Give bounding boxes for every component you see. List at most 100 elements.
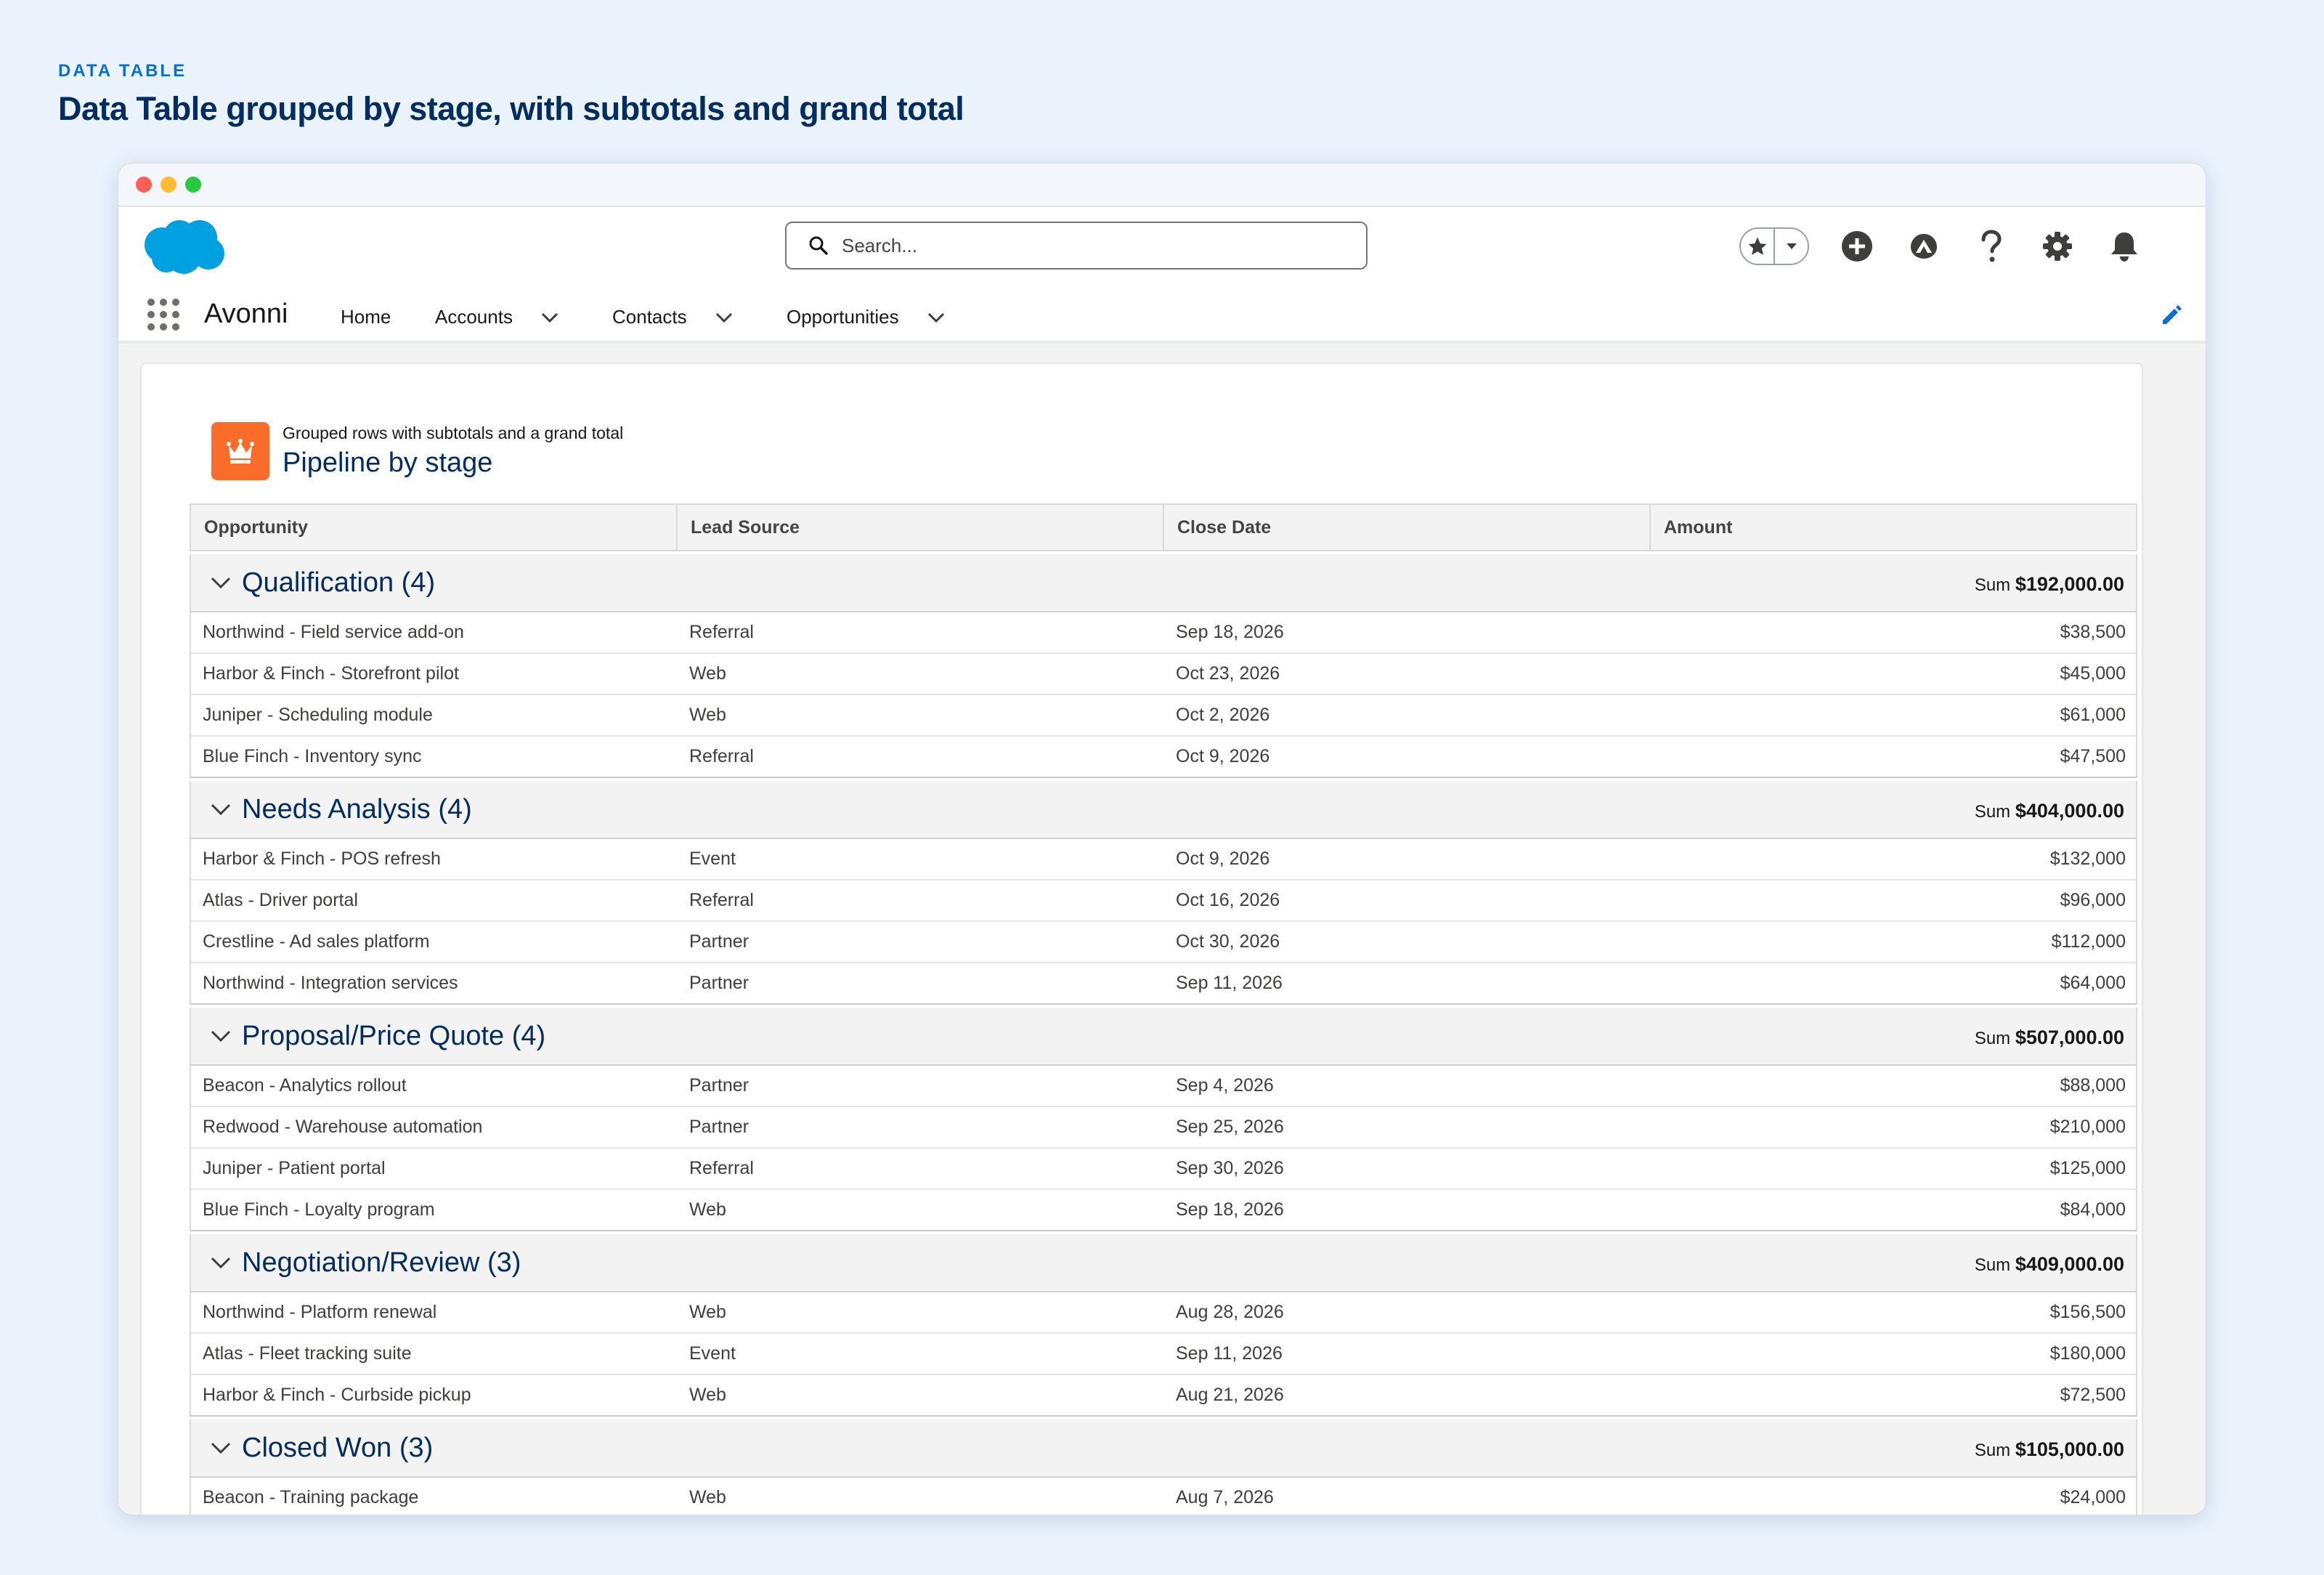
notifications-button[interactable]	[2098, 223, 2150, 270]
cell-opportunity[interactable]: Harbor & Finch - POS refresh	[191, 839, 678, 879]
table-row[interactable]: Harbor & Finch - POS refresh Event Oct 9, …	[190, 839, 2137, 880]
page-title: Data Table grouped by stage, with subtot…	[58, 90, 964, 127]
cell-opportunity[interactable]: Beacon - Analytics rollout	[191, 1066, 678, 1106]
favorites-menu-button[interactable]	[1774, 229, 1808, 264]
global-search[interactable]	[785, 222, 1368, 270]
table-row[interactable]: Harbor & Finch - Curbside pickup Web Aug 2…	[190, 1375, 2137, 1417]
search-input[interactable]	[842, 234, 1366, 257]
table-row[interactable]: Blue Finch - Loyalty program Web Sep 18, 2…	[190, 1190, 2137, 1231]
minimize-window-dot[interactable]	[161, 177, 176, 193]
cell-amount: $72,500	[2060, 1385, 2126, 1405]
cell-amount: $61,000	[2060, 705, 2126, 725]
table-row[interactable]: Atlas - Driver portal Referral Oct 16, 202…	[190, 880, 2137, 922]
bell-icon	[2111, 232, 2137, 262]
cell-opportunity[interactable]: Redwood - Warehouse automation	[191, 1107, 678, 1147]
table-row[interactable]: Juniper - Patient portal Referral Sep 30, …	[190, 1149, 2137, 1190]
group-title: Proposal/Price Quote (4)	[242, 1020, 546, 1051]
column-header-lead-source[interactable]: Lead Source	[678, 505, 1164, 550]
cell-opportunity[interactable]: Juniper - Patient portal	[191, 1149, 678, 1189]
cell-lead-source: Referral	[689, 622, 754, 642]
sum-value: $409,000.00	[2015, 1253, 2124, 1275]
chevron-down-icon[interactable]	[927, 312, 946, 323]
chevron-down-icon[interactable]	[210, 1255, 232, 1270]
group-title: Qualification (4)	[242, 567, 436, 598]
cell-opportunity[interactable]: Harbor & Finch - Storefront pilot	[191, 654, 678, 694]
favorites-control	[1739, 227, 1809, 265]
salesforce-logo[interactable]	[140, 216, 226, 277]
close-window-dot[interactable]	[136, 177, 152, 193]
cell-opportunity[interactable]: Blue Finch - Loyalty program	[191, 1190, 678, 1230]
chevron-down-icon[interactable]	[210, 575, 232, 590]
group-header[interactable]: Qualification (4) Sum $192,000.00	[190, 554, 2137, 612]
page-eyebrow: DATA TABLE	[58, 61, 187, 81]
cell-opportunity[interactable]: Harbor & Finch - Curbside pickup	[191, 1375, 678, 1415]
cell-opportunity[interactable]: Crestline - Ad sales platform	[191, 922, 678, 962]
edit-nav-icon[interactable]	[2159, 303, 2184, 328]
cell-close-date: Oct 2, 2026	[1176, 705, 1270, 725]
cell-opportunity[interactable]: Blue Finch - Inventory sync	[191, 737, 678, 777]
cell-opportunity[interactable]: Atlas - Fleet tracking suite	[191, 1334, 678, 1374]
cell-lead-source: Partner	[689, 931, 749, 952]
opportunity-icon	[211, 422, 269, 480]
favorites-button[interactable]	[1741, 229, 1774, 264]
chevron-down-icon[interactable]	[210, 1441, 232, 1455]
cell-opportunity[interactable]: Atlas - Driver portal	[191, 880, 678, 920]
table-row[interactable]: Juniper - Scheduling module Web Oct 2, 202…	[190, 695, 2137, 737]
group-header[interactable]: Needs Analysis (4) Sum $404,000.00	[190, 781, 2137, 839]
cell-amount: $24,000	[2060, 1487, 2126, 1507]
table-row[interactable]: Atlas - Fleet tracking suite Event Sep 11,…	[190, 1334, 2137, 1375]
cell-lead-source: Referral	[689, 746, 754, 766]
cell-lead-source: Partner	[689, 1075, 749, 1096]
cell-lead-source: Web	[689, 1199, 726, 1220]
global-actions-button[interactable]	[1831, 223, 1883, 270]
help-button[interactable]	[1965, 223, 2017, 270]
table-row[interactable]: Harbor & Finch - Storefront pilot Web Oct …	[190, 654, 2137, 695]
card-title: Pipeline by stage	[283, 448, 493, 478]
cell-amount: $96,000	[2060, 890, 2126, 910]
cell-amount: $132,000	[2049, 849, 2126, 869]
cell-opportunity[interactable]: Northwind - Integration services	[191, 963, 678, 1003]
table-row[interactable]: Northwind - Field service add-on Referral…	[190, 612, 2137, 654]
cell-amount: $210,000	[2049, 1117, 2126, 1137]
cell-lead-source: Partner	[689, 1117, 749, 1137]
setup-button[interactable]	[2031, 223, 2084, 270]
table-row[interactable]: Crestline - Ad sales platform Partner Oct …	[190, 922, 2137, 963]
chevron-down-icon[interactable]	[715, 312, 734, 323]
cell-close-date: Sep 11, 2026	[1176, 973, 1283, 993]
cell-opportunity[interactable]: Northwind - Field service add-on	[191, 612, 678, 652]
column-header-amount[interactable]: Amount	[1651, 505, 2136, 550]
group-header[interactable]: Negotiation/Review (3) Sum $409,000.00	[190, 1234, 2137, 1292]
group-header[interactable]: Proposal/Price Quote (4) Sum $507,000.00	[190, 1008, 2137, 1066]
table-row[interactable]: Northwind - Platform renewal Web Aug 28, 2…	[190, 1292, 2137, 1334]
cell-close-date: Aug 7, 2026	[1176, 1487, 1274, 1507]
cell-opportunity[interactable]: Northwind - Platform renewal	[191, 1292, 678, 1332]
cell-lead-source: Web	[689, 1302, 726, 1322]
chevron-down-icon[interactable]	[210, 802, 232, 817]
cell-opportunity[interactable]: Juniper - Scheduling module	[191, 695, 678, 735]
nav-item-home[interactable]: Home	[341, 306, 391, 328]
column-header-opportunity[interactable]: Opportunity	[191, 505, 678, 550]
guidance-center-button[interactable]	[1898, 223, 1950, 270]
maximize-window-dot[interactable]	[185, 177, 201, 193]
column-header-close-date[interactable]: Close Date	[1164, 505, 1651, 550]
app-launcher-icon[interactable]	[147, 299, 179, 331]
group-header[interactable]: Closed Won (3) Sum $105,000.00	[190, 1420, 2137, 1478]
table-row[interactable]: Beacon - Training package Web Aug 7, 2026 $…	[190, 1478, 2137, 1515]
chevron-down-icon[interactable]	[210, 1029, 232, 1043]
table-row[interactable]: Northwind - Integration services Partner S…	[190, 963, 2137, 1005]
star-icon	[1748, 237, 1766, 255]
chevron-down-icon[interactable]	[540, 312, 559, 323]
cell-amount: $47,500	[2060, 746, 2126, 766]
nav-item-opportunities[interactable]: Opportunities	[787, 306, 946, 328]
table-row[interactable]: Blue Finch - Inventory sync Referral Oct 9…	[190, 737, 2137, 778]
table-row[interactable]: Redwood - Warehouse automation Partner Sep…	[190, 1107, 2137, 1149]
nav-item-accounts[interactable]: Accounts	[435, 306, 559, 328]
cell-close-date: Oct 9, 2026	[1176, 746, 1270, 766]
chevron-down-icon	[1786, 243, 1797, 249]
table-row[interactable]: Beacon - Analytics rollout Partner Sep 4, …	[190, 1066, 2137, 1107]
sum-label: Sum	[1974, 1441, 2011, 1460]
sum-label: Sum	[1974, 1029, 2011, 1048]
cell-opportunity[interactable]: Beacon - Training package	[191, 1478, 678, 1515]
cell-close-date: Aug 28, 2026	[1176, 1302, 1284, 1322]
nav-item-contacts[interactable]: Contacts	[612, 306, 734, 328]
